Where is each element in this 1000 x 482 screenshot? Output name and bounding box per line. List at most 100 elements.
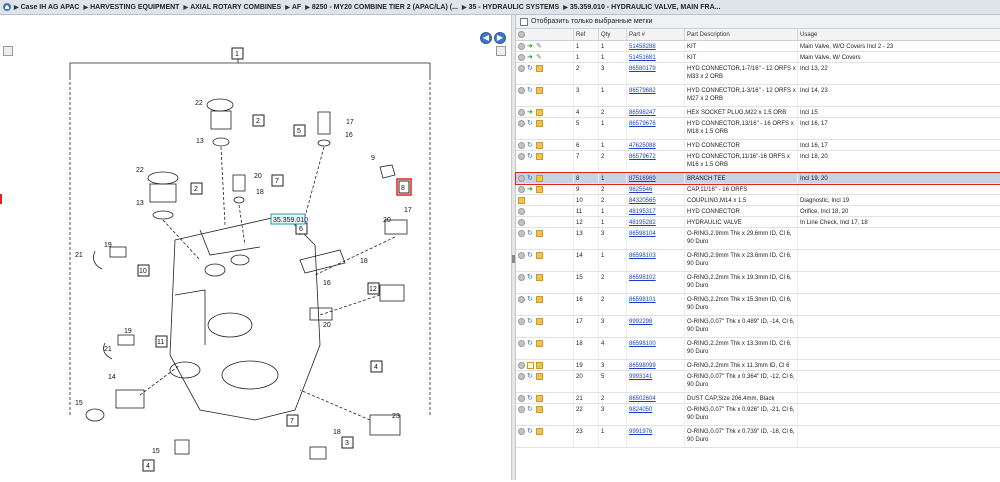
blue-arrow-icon[interactable]: ↻ (527, 373, 534, 380)
wrench-icon[interactable]: ✎ (536, 54, 543, 61)
package-icon[interactable] (536, 373, 543, 380)
blue-arrow-icon[interactable]: ↻ (527, 153, 534, 160)
info-icon[interactable] (518, 395, 525, 402)
row-part-number[interactable]: 86598102 (627, 272, 685, 293)
green-arrow-icon[interactable]: ➜ (527, 186, 534, 193)
row-part-number-text[interactable]: 9991976 (629, 429, 652, 435)
package-icon[interactable] (536, 142, 543, 149)
row-part-number-text[interactable]: 86580179 (629, 66, 656, 72)
package-icon[interactable] (536, 153, 543, 160)
show-selected-checkbox[interactable] (520, 17, 528, 26)
breadcrumb-item[interactable]: ▶ AXIAL ROTARY COMBINES (183, 4, 281, 11)
document-icon[interactable] (527, 362, 534, 369)
table-row[interactable]: ↻ 14 1 86598103 O-RING,2.9mm Thk x 23.6mm ID… (516, 250, 1000, 272)
header-usage[interactable]: Usage (798, 29, 1000, 40)
blue-arrow-icon[interactable]: ↻ (527, 252, 534, 259)
breadcrumb-item[interactable]: ▶ HARVESTING EQUIPMENT (84, 4, 180, 11)
diagram-pane[interactable]: ◀ ▶ 1 2 2 3 4 4 5 6 7 7 8 9 10 11 12 13 … (0, 15, 511, 480)
row-part-number[interactable]: 9993141 (627, 371, 685, 392)
package-icon[interactable] (536, 120, 543, 127)
blue-arrow-icon[interactable]: ↻ (527, 296, 534, 303)
table-row[interactable]: ↻ 8 1 87516969 BRANCH TEE Incl 19, 20 (515, 172, 1000, 185)
row-part-number[interactable]: 9991976 (627, 426, 685, 447)
row-part-number-text[interactable]: 51451681 (629, 55, 656, 61)
breadcrumb-item[interactable]: ▶ AF (285, 4, 301, 11)
header-ref[interactable]: Ref (574, 29, 599, 40)
row-part-number-text[interactable]: 9992298 (629, 319, 652, 325)
package-icon[interactable] (536, 428, 543, 435)
breadcrumb-item[interactable]: ▶ 35 - HYDRAULIC SYSTEMS (462, 4, 559, 11)
green-arrow-icon[interactable]: ➜ (527, 109, 534, 116)
info-icon[interactable] (518, 406, 525, 413)
row-part-number[interactable]: 87516969 (627, 173, 685, 183)
table-row[interactable]: ↻ 5 1 86579676 HYD CONNECTOR,13/16" - 16 ORF… (516, 118, 1000, 140)
row-part-number[interactable]: 84320565 (627, 195, 685, 205)
table-row[interactable]: ↻ 6 1 47625088 HYD CONNECTOR Incl 16, 17 (516, 140, 1000, 151)
blue-arrow-icon[interactable]: ↻ (527, 395, 534, 402)
package-icon[interactable] (536, 175, 543, 182)
info-icon[interactable] (518, 208, 525, 215)
row-part-number-text[interactable]: 86579682 (629, 88, 656, 94)
info-icon[interactable] (518, 54, 525, 61)
row-part-number-text[interactable]: 48195282 (629, 220, 656, 226)
green-arrow-icon[interactable]: ➜ (527, 54, 534, 61)
info-icon[interactable] (518, 274, 525, 281)
row-part-number-text[interactable]: 9824050 (629, 407, 652, 413)
info-icon[interactable] (518, 153, 525, 160)
row-part-number-text[interactable]: 86598102 (629, 275, 656, 281)
row-part-number[interactable]: 9992298 (627, 316, 685, 337)
row-part-number-text[interactable]: 86579676 (629, 121, 656, 127)
package-icon[interactable] (536, 65, 543, 72)
table-row[interactable]: ➜ ✎ 1 1 51458288 KIT Main Valve, W/O Covers In… (516, 41, 1000, 52)
info-icon[interactable] (518, 109, 525, 116)
package-icon[interactable] (536, 362, 543, 369)
header-description[interactable]: Part Description (685, 29, 798, 40)
breadcrumb-item[interactable]: ▶ 35.359.010 - HYDRAULIC VALVE, MAIN FRA.… (563, 4, 720, 11)
package-icon[interactable] (536, 274, 543, 281)
row-part-number[interactable]: 86598104 (627, 228, 685, 249)
blue-arrow-icon[interactable]: ↻ (527, 87, 534, 94)
blue-arrow-icon[interactable]: ↻ (527, 65, 534, 72)
package-icon[interactable] (536, 87, 543, 94)
package-icon[interactable] (536, 406, 543, 413)
info-icon[interactable] (518, 340, 525, 347)
filter-option[interactable]: Отобразить только выбранные метки (516, 15, 1000, 29)
toolbar-small-button[interactable] (496, 46, 506, 56)
row-part-number[interactable]: 86598247 (627, 107, 685, 117)
package-icon[interactable] (536, 109, 543, 116)
info-icon[interactable] (518, 373, 525, 380)
header-settings[interactable] (516, 29, 574, 40)
row-part-number[interactable]: 48195282 (627, 217, 685, 227)
row-part-number[interactable]: 86579672 (627, 151, 685, 172)
table-row[interactable]: ↻ 21 2 86502604 DUST CAP,Size 206.4mm, Black (516, 393, 1000, 404)
table-row[interactable]: ↻ 18 4 86598100 O-RING,2.2mm Thk x 13.3mm ID… (516, 338, 1000, 360)
package-icon[interactable] (536, 318, 543, 325)
row-part-number[interactable]: 86598100 (627, 338, 685, 359)
table-row[interactable]: 11 1 48195317 HYD CONNECTOR Orifice, Incl 18… (516, 206, 1000, 217)
row-part-number[interactable]: 51458288 (627, 41, 685, 51)
table-row[interactable]: ➜ 4 2 86598247 HEX SOCKET PLUG,M22 x 1.5 ORB… (516, 107, 1000, 118)
table-row[interactable]: ↻ 15 2 86598102 O-RING,2.2mm Thk x 19.3mm ID… (516, 272, 1000, 294)
row-part-number[interactable]: 86598099 (627, 360, 685, 370)
row-part-number[interactable]: 9824050 (627, 404, 685, 425)
info-icon[interactable] (518, 318, 525, 325)
settings-icon[interactable] (518, 31, 525, 38)
row-part-number[interactable]: 86579682 (627, 85, 685, 106)
info-icon[interactable] (518, 186, 525, 193)
row-part-number-text[interactable]: 9625546 (629, 187, 652, 193)
row-part-number[interactable]: 51451681 (627, 52, 685, 62)
breadcrumb-item[interactable]: ▶ 8250 - MY20 COMBINE TIER 2 (APAC/LA) (.… (305, 4, 458, 11)
row-part-number-text[interactable]: 48195317 (629, 209, 656, 215)
toolbar-small-button[interactable] (3, 46, 13, 56)
info-icon[interactable] (518, 252, 525, 259)
blue-arrow-icon[interactable]: ↻ (527, 120, 534, 127)
row-part-number-text[interactable]: 86579672 (629, 154, 656, 160)
table-row[interactable]: ➜ ✎ 1 1 51451681 KIT Main Valve, W/ Covers (516, 52, 1000, 63)
row-part-number[interactable]: 86598101 (627, 294, 685, 315)
row-part-number-text[interactable]: 84320565 (629, 198, 656, 204)
row-part-number-text[interactable]: 86598099 (629, 363, 656, 369)
info-icon[interactable] (518, 175, 525, 182)
row-part-number-text[interactable]: 86598247 (629, 110, 656, 116)
row-part-number-text[interactable]: 47625088 (629, 143, 656, 149)
table-row[interactable]: ↻ 16 2 86598101 O-RING,2.2mm Thk x 15.3mm ID… (516, 294, 1000, 316)
